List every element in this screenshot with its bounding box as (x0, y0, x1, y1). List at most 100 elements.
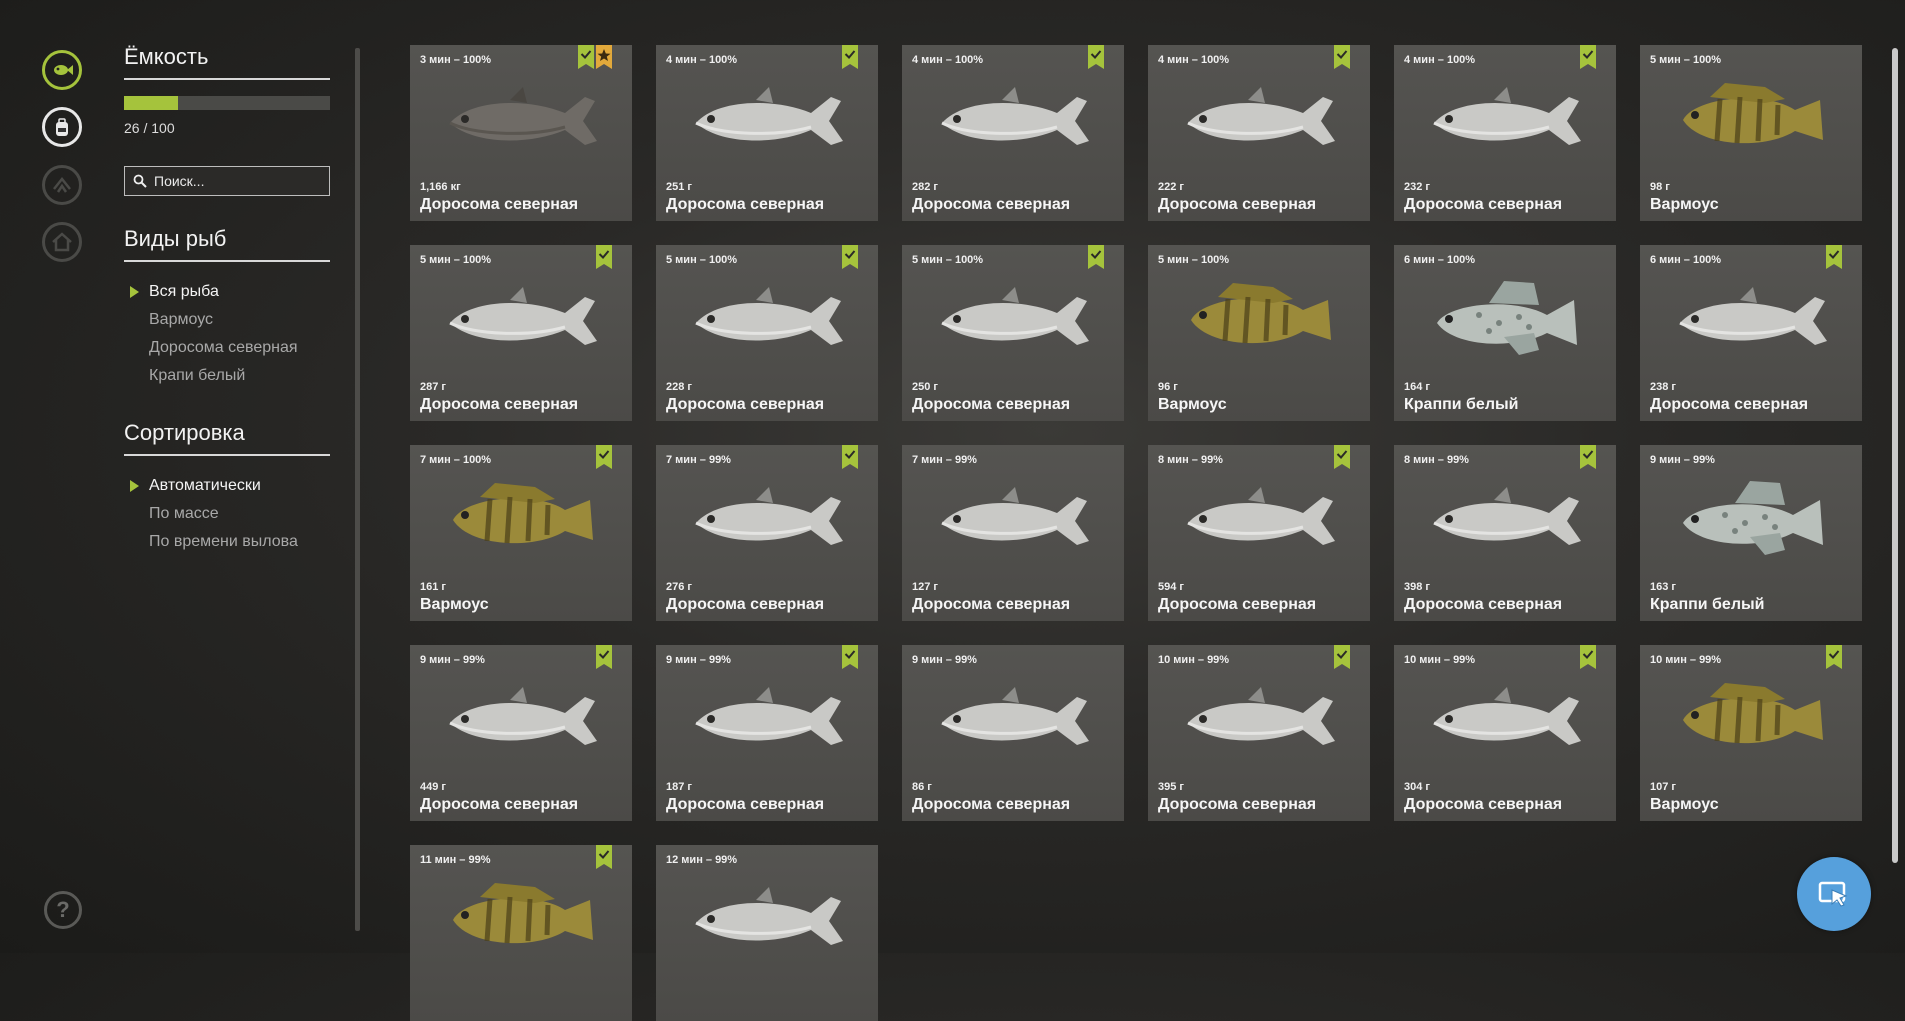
fish-weight: 187 г (666, 781, 692, 793)
fish-card[interactable]: 5 мин – 100% 250 г Доросома северная (902, 245, 1124, 421)
checkmark-icon (596, 245, 612, 269)
tackle-tab[interactable] (42, 165, 82, 205)
filter-panel: Ёмкость 26 / 100 Виды рыб Вся рыба Вармо… (124, 44, 330, 556)
fish-name: Доросома северная (666, 396, 825, 413)
fish-time: 4 мин – 100% (1158, 54, 1230, 66)
checkmark-icon (842, 245, 858, 269)
fish-card[interactable]: 4 мин – 100% 222 г Доросома северная (1148, 45, 1370, 221)
fish-time: 3 мин – 100% (420, 54, 492, 66)
fish-card[interactable]: 9 мин – 99% 163 г Краппи белый (1640, 445, 1862, 621)
sort-item-auto[interactable]: Автоматически (124, 472, 330, 500)
fish-weight: 238 г (1650, 381, 1676, 393)
fish-card[interactable]: 6 мин – 100% 164 г Краппи белый (1394, 245, 1616, 421)
fish-card[interactable]: 8 мин – 99% 594 г Доросома северная (1148, 445, 1370, 621)
fish-weight: 251 г (666, 181, 692, 193)
fish-weight: 282 г (912, 181, 938, 193)
fish-card[interactable]: 9 мин – 99% 187 г Доросома северная (656, 645, 878, 821)
checkmark-icon (1334, 645, 1350, 669)
keepnet-tab[interactable] (42, 50, 82, 90)
fish-card[interactable]: 3 мин – 100% 1,166 кг Доросома северная (410, 45, 632, 221)
shad-fish-icon (1433, 87, 1581, 145)
star-icon (596, 45, 612, 69)
shad-fish-icon (1187, 87, 1335, 145)
fish-card[interactable]: 10 мин – 99% 107 г Вармоус (1640, 645, 1862, 821)
fish-time: 5 мин – 100% (1158, 254, 1230, 266)
fish-card[interactable]: 4 мин – 100% 232 г Доросома северная (1394, 45, 1616, 221)
fish-card[interactable]: 7 мин – 99% 276 г Доросома северная (656, 445, 878, 621)
backpack-icon (56, 118, 68, 136)
shad-fish-icon (449, 87, 597, 145)
checkmark-icon (596, 645, 612, 669)
sort-item-time[interactable]: По времени вылова (124, 528, 330, 556)
fish-card[interactable]: 5 мин – 100% 228 г Доросома северная (656, 245, 878, 421)
fish-name: Доросома северная (1404, 196, 1563, 213)
fish-card[interactable]: 5 мин – 100% 98 г Вармоус (1640, 45, 1862, 221)
fish-name: Вармоус (1650, 196, 1719, 213)
fish-card[interactable]: 7 мин – 99% 127 г Доросома северная (902, 445, 1124, 621)
fish-name: Вармоус (420, 596, 489, 613)
search-input[interactable] (152, 172, 326, 190)
fish-card[interactable]: 10 мин – 99% 395 г Доросома северная (1148, 645, 1370, 821)
fish-time: 10 мин – 99% (1650, 654, 1722, 666)
fish-name: Доросома северная (912, 396, 1071, 413)
checkmark-icon (842, 645, 858, 669)
capacity-fill (124, 96, 178, 110)
fish-time: 7 мин – 99% (912, 454, 977, 466)
fish-card[interactable]: 5 мин – 100% 287 г Доросома северная (410, 245, 632, 421)
fish-time: 10 мин – 99% (1404, 654, 1476, 666)
checkmark-icon (596, 845, 612, 869)
fish-time: 5 мин – 100% (912, 254, 984, 266)
help-button[interactable]: ? (44, 891, 82, 929)
fish-card[interactable]: 8 мин – 99% 398 г Доросома северная (1394, 445, 1616, 621)
fish-name: Доросома северная (1404, 796, 1563, 813)
fish-time: 6 мин – 100% (1650, 254, 1722, 266)
fish-name: Доросома северная (1158, 196, 1317, 213)
fish-time: 9 мин – 99% (912, 654, 977, 666)
cursor-mode-button[interactable] (1797, 857, 1871, 931)
fish-card[interactable]: 7 мин – 100% 161 г Вармоус (410, 445, 632, 621)
checkmark-icon (1826, 245, 1842, 269)
fish-name: Доросома северная (420, 196, 579, 213)
panel-scrollbar[interactable] (355, 48, 360, 931)
capacity-bar (124, 96, 330, 110)
shad-fish-icon (1433, 487, 1581, 545)
home-tab[interactable] (42, 222, 82, 262)
fish-time: 8 мин – 99% (1158, 454, 1223, 466)
fish-card[interactable]: 11 мин – 99% (410, 845, 632, 1021)
fish-weight: 287 г (420, 381, 446, 393)
fish-weight: 449 г (420, 781, 446, 793)
fish-card[interactable]: 9 мин – 99% 449 г Доросома северная (410, 645, 632, 821)
fish-card[interactable]: 12 мин – 99% (656, 845, 878, 1021)
shad-fish-icon (941, 287, 1089, 345)
fish-card[interactable]: 4 мин – 100% 251 г Доросома северная (656, 45, 878, 221)
fish-weight: 164 г (1404, 381, 1430, 393)
fish-name: Доросома северная (666, 196, 825, 213)
home-icon (52, 232, 72, 252)
species-item-warmouth[interactable]: Вармоус (124, 306, 330, 334)
fish-time: 4 мин – 100% (912, 54, 984, 66)
fish-time: 10 мин – 99% (1158, 654, 1230, 666)
backpack-tab[interactable] (42, 107, 82, 147)
species-item-shad[interactable]: Доросома северная (124, 334, 330, 362)
search-box[interactable] (124, 166, 330, 196)
fish-grid: 3 мин – 100% 1,166 кг Доросома северная … (410, 45, 1870, 1021)
fish-card[interactable]: 6 мин – 100% 238 г Доросома северная (1640, 245, 1862, 421)
fish-time: 4 мин – 100% (666, 54, 738, 66)
fish-keepnet-icon (54, 65, 73, 75)
fish-card[interactable]: 9 мин – 99% 86 г Доросома северная (902, 645, 1124, 821)
species-item-crappie[interactable]: Крапи белый (124, 362, 330, 390)
fish-weight: 395 г (1158, 781, 1184, 793)
fish-name: Доросома северная (420, 796, 579, 813)
capacity-text: 26 / 100 (124, 120, 175, 136)
fish-weight: 127 г (912, 581, 938, 593)
help-icon: ? (56, 897, 70, 922)
fish-card[interactable]: 4 мин – 100% 282 г Доросома северная (902, 45, 1124, 221)
sort-item-weight[interactable]: По массе (124, 500, 330, 528)
grid-scrollbar[interactable] (1892, 48, 1898, 863)
checkmark-icon (1334, 45, 1350, 69)
fish-card[interactable]: 5 мин – 100% 96 г Вармоус (1148, 245, 1370, 421)
species-item-all[interactable]: Вся рыба (124, 278, 330, 306)
warmouth-fish-icon (1191, 283, 1331, 344)
fish-card[interactable]: 10 мин – 99% 304 г Доросома северная (1394, 645, 1616, 821)
fish-weight: 96 г (1158, 381, 1178, 393)
